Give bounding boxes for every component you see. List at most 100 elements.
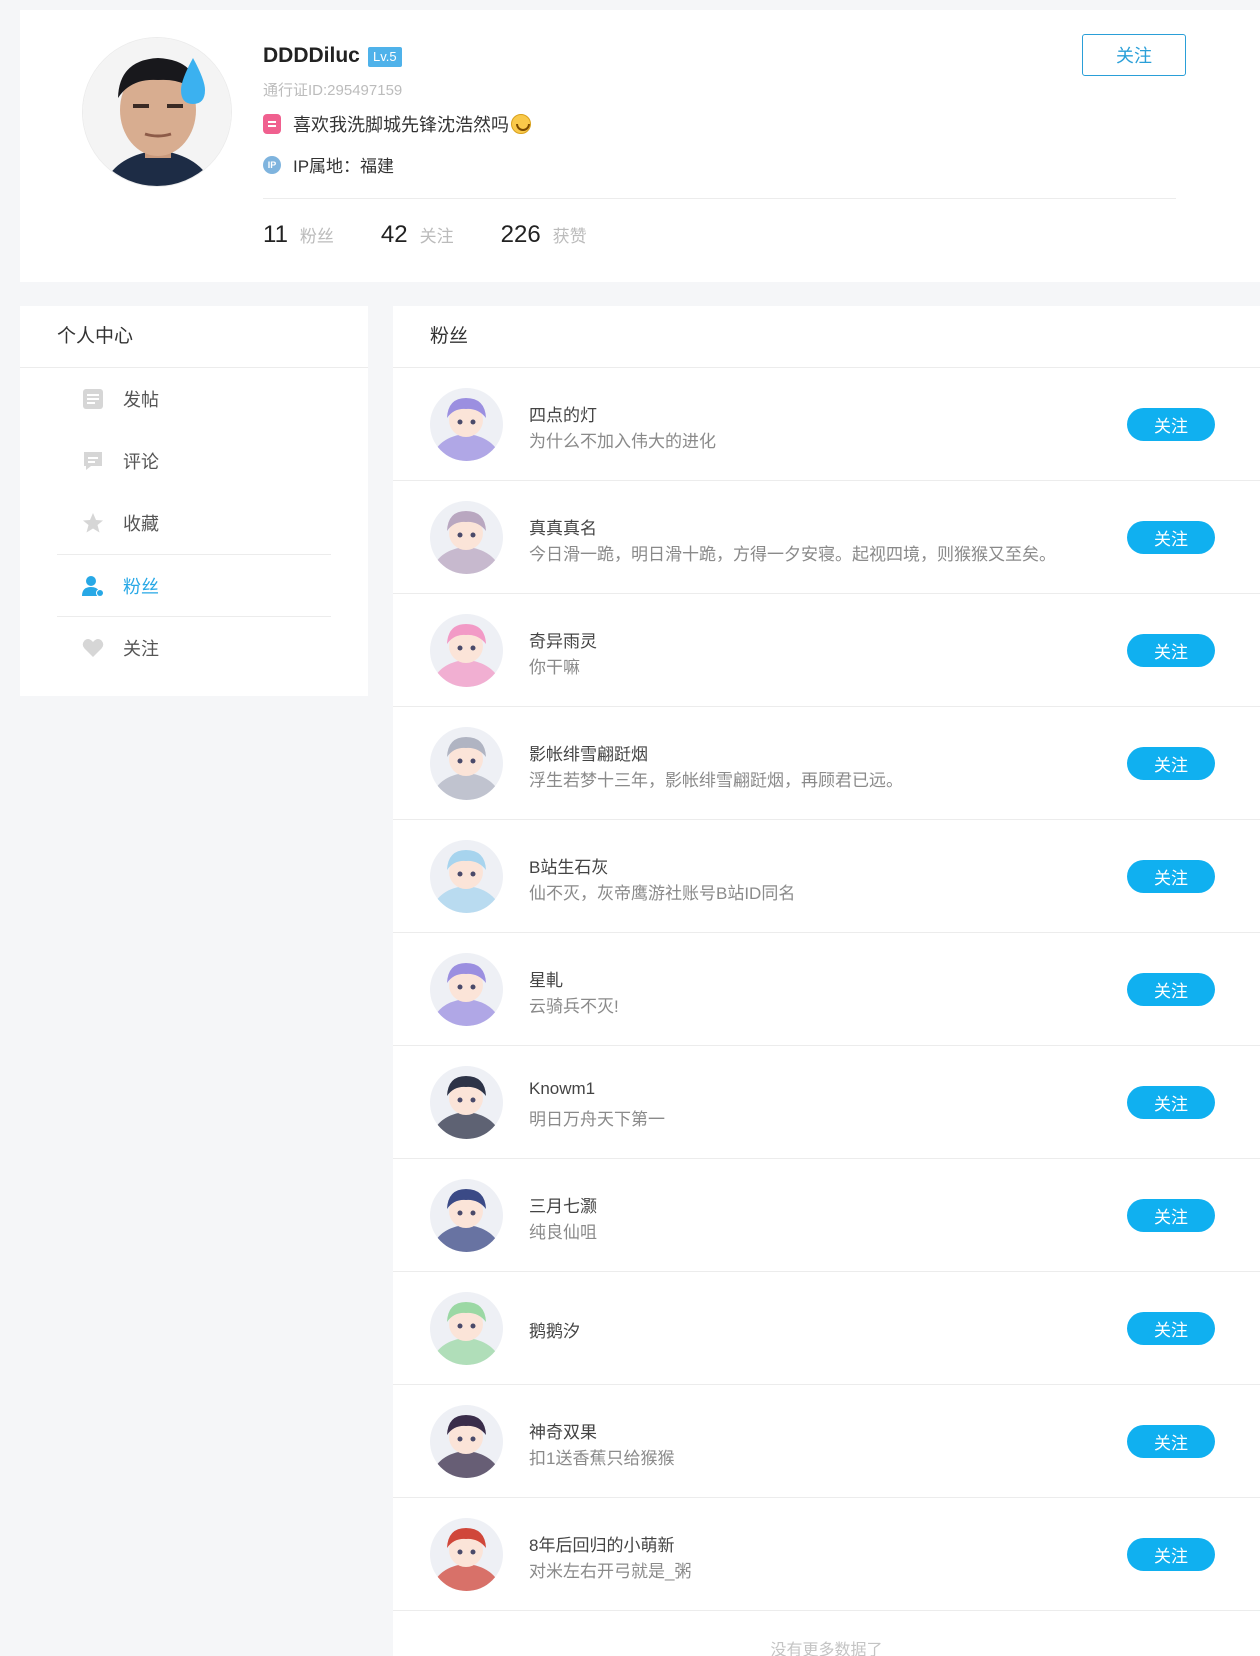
stat-number: 226 (500, 221, 541, 248)
fan-name[interactable]: 奇异雨灵 (529, 627, 597, 652)
sidebar-item-fans[interactable]: 粉丝 (57, 554, 331, 616)
sidebar-title: 个人中心 (20, 306, 368, 368)
fan-signature: 今日滑一跪，明日滑十跪，方得一夕安寝。起视四境，则猴猴又至矣。 (529, 545, 1056, 564)
follow-button[interactable]: 关注 (1127, 747, 1215, 780)
fan-name[interactable]: 真真真名 (529, 514, 597, 539)
follow-user-button[interactable]: 关注 (1082, 34, 1186, 76)
signature-text: 喜欢我洗脚城先锋沈浩然吗 (293, 115, 509, 135)
profile-card: DDDDiluc Lv.5 通行证ID:295497159 喜欢我洗脚城先锋沈浩… (20, 10, 1260, 282)
fan-signature: 纯良仙咀 (529, 1223, 597, 1242)
personal-center-sidebar: 个人中心 发帖 评论 收藏 粉丝 关注 (20, 306, 368, 696)
fan-avatar[interactable] (430, 840, 503, 913)
fan-name[interactable]: Knowm1 (529, 1079, 595, 1099)
fan-avatar[interactable] (430, 953, 503, 1026)
fans-panel: 粉丝 四点的灯 为什么不加入伟大的进化 关注 真真真名 今日滑一跪，明日滑十跪，方得一夕… (393, 306, 1260, 1656)
pass-id: 通行证ID:295497159 (263, 82, 403, 99)
comment-icon (81, 449, 105, 473)
fan-signature: 为什么不加入伟大的进化 (529, 432, 716, 451)
fan-signature: 扣1送香蕉只给猴猴 (529, 1449, 675, 1468)
fan-name[interactable]: 四点的灯 (529, 401, 597, 426)
follow-button[interactable]: 关注 (1127, 1312, 1215, 1345)
heart-icon (81, 636, 105, 660)
fan-signature: 仙不灭，灰帝鹰游社账号B站ID同名 (529, 884, 796, 903)
fan-row: Knowm1 明日万舟天下第一 关注 (393, 1046, 1260, 1159)
sidebar-item-label: 收藏 (123, 514, 159, 534)
user-avatar[interactable] (82, 37, 232, 187)
follow-button[interactable]: 关注 (1127, 1425, 1215, 1458)
fan-signature: 你干嘛 (529, 658, 580, 677)
username: DDDDiluc (263, 44, 360, 67)
fans-icon (81, 574, 105, 598)
signature-row: 喜欢我洗脚城先锋沈浩然吗 (263, 111, 531, 137)
sidebar-item-favorites[interactable]: 收藏 (57, 492, 331, 554)
sidebar-item-label: 粉丝 (123, 576, 159, 597)
fan-row: 神奇双果扣1送香蕉只给猴猴 关注 (393, 1385, 1260, 1498)
smile-emoji-icon (511, 114, 531, 134)
follow-button[interactable]: 关注 (1127, 408, 1215, 441)
sidebar-item-posts[interactable]: 发帖 (57, 368, 331, 430)
fan-row: 鹅鹅汐 关注 (393, 1272, 1260, 1385)
fan-row: B站生石灰仙不灭，灰帝鹰游社账号B站ID同名 关注 (393, 820, 1260, 933)
fan-name[interactable]: 影帐绯雪翩跹烟 (529, 740, 648, 765)
fan-row: 影帐绯雪翩跹烟浮生若梦十三年，影帐绯雪翩跹烟，再顾君已远。 关注 (393, 707, 1260, 820)
stat-likes: 226 获赞 (501, 221, 587, 249)
fan-avatar[interactable] (430, 501, 503, 574)
fan-avatar[interactable] (430, 1405, 503, 1478)
fans-list: 四点的灯 为什么不加入伟大的进化 关注 真真真名 今日滑一跪，明日滑十跪，方得一夕安寝。… (393, 368, 1260, 1611)
follow-button[interactable]: 关注 (1127, 634, 1215, 667)
fan-signature: 对米左右开弓就是_粥 (529, 1562, 692, 1581)
fan-avatar[interactable] (430, 1292, 503, 1365)
no-more-data-text: 没有更多数据了 (770, 1642, 883, 1656)
fan-avatar[interactable] (430, 1066, 503, 1139)
stat-label: 获赞 (552, 227, 587, 246)
fan-signature: 浮生若梦十三年，影帐绯雪翩跹烟，再顾君已远。 (529, 771, 903, 790)
fan-signature: 明日万舟天下第一 (529, 1110, 665, 1129)
stat-number: 11 (263, 221, 288, 248)
sidebar-item-label: 评论 (123, 452, 159, 472)
ip-icon: IP (263, 155, 281, 174)
sidebar-nav: 发帖 评论 收藏 粉丝 关注 (20, 368, 368, 678)
stats-bar: 11 粉丝 42 关注 226 获赞 (263, 221, 634, 249)
fan-row: 三月七灏纯良仙咀 关注 (393, 1159, 1260, 1272)
fan-name[interactable]: 8年后回归的小萌新 (529, 1531, 674, 1556)
fan-row: 四点的灯为什么不加入伟大的进化 关注 (393, 368, 1260, 481)
fan-signature: 云骑兵不灭! (529, 997, 619, 1016)
stat-following[interactable]: 42 关注 (381, 221, 454, 249)
follow-button[interactable]: 关注 (1127, 973, 1215, 1006)
fan-avatar[interactable] (430, 727, 503, 800)
fan-row: 真真真名今日滑一跪，明日滑十跪，方得一夕安寝。起视四境，则猴猴又至矣。 关注 (393, 481, 1260, 594)
fan-avatar[interactable] (430, 1518, 503, 1591)
fan-name[interactable]: 星軋 (529, 966, 563, 991)
fan-row: 8年后回归的小萌新对米左右开弓就是_粥 关注 (393, 1498, 1260, 1611)
signature-icon (263, 114, 281, 134)
fan-row: 星軋云骑兵不灭! 关注 (393, 933, 1260, 1046)
fan-avatar[interactable] (430, 388, 503, 461)
sidebar-item-label: 关注 (123, 638, 159, 659)
post-icon (81, 387, 105, 411)
sidebar-item-comments[interactable]: 评论 (57, 430, 331, 492)
sidebar-item-label: 发帖 (123, 390, 159, 410)
fan-name[interactable]: 神奇双果 (529, 1418, 597, 1443)
stat-fans[interactable]: 11 粉丝 (263, 221, 334, 249)
stat-label: 粉丝 (299, 227, 334, 246)
follow-button[interactable]: 关注 (1127, 521, 1215, 554)
stat-label: 关注 (419, 227, 454, 246)
fan-avatar[interactable] (430, 614, 503, 687)
fan-row: 奇异雨灵你干嘛 关注 (393, 594, 1260, 707)
follow-button[interactable]: 关注 (1127, 860, 1215, 893)
fan-name[interactable]: B站生石灰 (529, 853, 608, 878)
follow-button[interactable]: 关注 (1127, 1538, 1215, 1571)
star-icon (81, 511, 105, 535)
fan-name[interactable]: 鹅鹅汐 (529, 1317, 580, 1342)
stat-number: 42 (380, 221, 408, 248)
fan-name[interactable]: 三月七灏 (529, 1192, 597, 1217)
level-badge: Lv.5 (368, 47, 402, 67)
fans-panel-title: 粉丝 (393, 306, 1260, 368)
ip-location: IP属地：福建 (293, 157, 395, 176)
sidebar-item-following[interactable]: 关注 (57, 616, 331, 678)
profile-divider (263, 198, 1176, 199)
fan-avatar[interactable] (430, 1179, 503, 1252)
follow-button[interactable]: 关注 (1127, 1086, 1215, 1119)
ip-row: IP IP属地：福建 (263, 152, 394, 177)
follow-button[interactable]: 关注 (1127, 1199, 1215, 1232)
